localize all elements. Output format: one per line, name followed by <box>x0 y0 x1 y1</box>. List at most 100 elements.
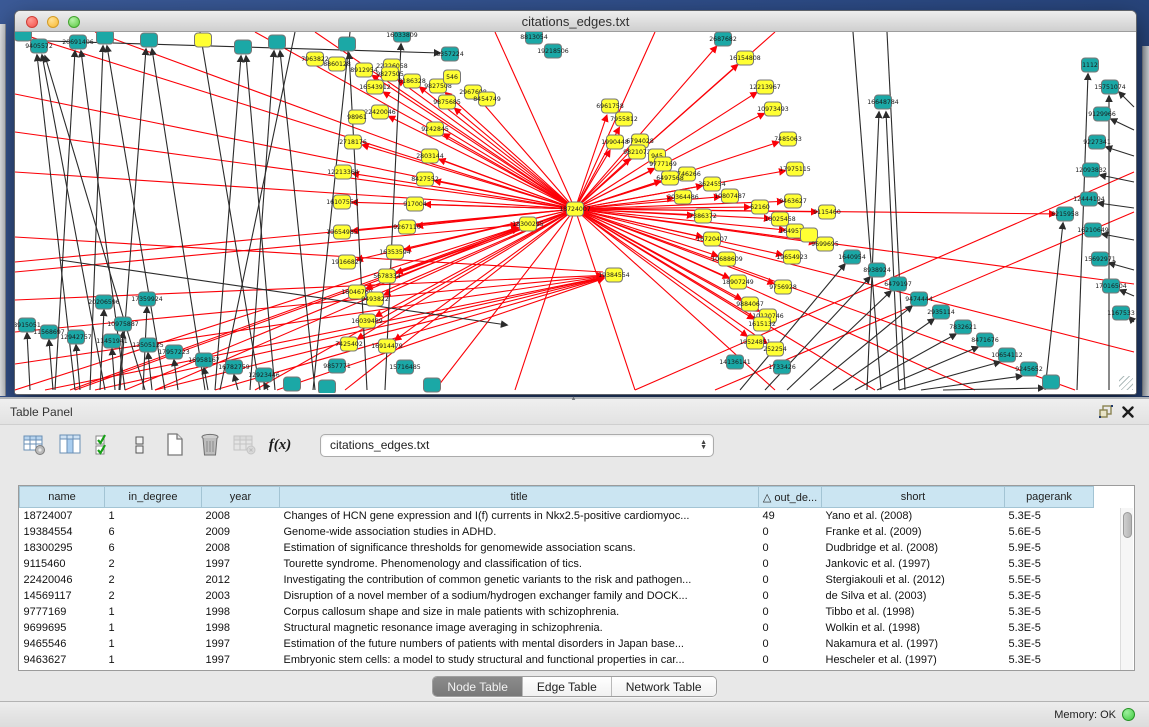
table-settings-icon[interactable] <box>22 432 48 458</box>
graph-node-teal[interactable]: 10654112 <box>991 348 1023 362</box>
column-header[interactable]: in_degree <box>105 487 202 508</box>
graph-node-yellow[interactable]: 3624554 <box>698 177 726 191</box>
float-window-icon[interactable] <box>1095 403 1117 421</box>
graph-node-yellow[interactable]: 9242845 <box>421 122 449 136</box>
window-titlebar[interactable]: citations_edges.txt <box>15 11 1136 32</box>
graph-node-yellow[interactable]: 16039489 <box>351 314 383 328</box>
table-row[interactable]: 946554611997Estimation of the future num… <box>20 636 1094 652</box>
table-cell[interactable]: Dudbridge et al. (2008) <box>822 540 1005 556</box>
graph-node-teal[interactable]: 16033809 <box>386 32 418 42</box>
table-cell[interactable]: 5.5E-5 <box>1005 572 1094 588</box>
graph-node-teal[interactable]: 8471676 <box>971 333 999 347</box>
graph-node-yellow[interactable]: 10688609 <box>711 252 743 266</box>
table-scrollbar[interactable] <box>1120 508 1133 671</box>
graph-node-yellow[interactable]: 9267110 <box>393 220 421 234</box>
table-cell[interactable]: 9777169 <box>20 604 105 620</box>
network-canvas[interactable]: 1872400779638228860128891295422226058982… <box>15 32 1136 393</box>
table-cell[interactable]: 2 <box>105 588 202 604</box>
graph-node-yellow[interactable]: 7955812 <box>610 112 638 126</box>
graph-node-teal[interactable]: 19218506 <box>537 44 569 58</box>
table-cell[interactable]: 2009 <box>202 524 280 540</box>
table-cell[interactable]: Corpus callosum shape and size in male p… <box>280 604 759 620</box>
table-cell[interactable]: 1997 <box>202 652 280 668</box>
table-cell[interactable]: 9115460 <box>20 556 105 572</box>
table-cell[interactable]: 0 <box>759 636 822 652</box>
table-cell[interactable]: Genome-wide association studies in ADHD. <box>280 524 759 540</box>
function-builder-icon[interactable]: f(x) <box>267 432 293 458</box>
table-cell[interactable]: Changes of HCN gene expression and I(f) … <box>280 508 759 524</box>
graph-node-yellow[interactable]: 9756928 <box>769 280 797 294</box>
table-cell[interactable]: Stergiakouli et al. (2012) <box>822 572 1005 588</box>
graph-node-teal[interactable]: 12942757 <box>60 330 92 344</box>
graph-node-teal[interactable]: 1167533 <box>1107 306 1135 320</box>
column-header[interactable]: title <box>280 487 759 508</box>
table-cell[interactable]: 18724007 <box>20 508 105 524</box>
table-cell[interactable]: Estimation of the future numbers of pati… <box>280 636 759 652</box>
table-cell[interactable]: 2012 <box>202 572 280 588</box>
graph-node-yellow[interactable]: 12213364 <box>327 165 359 179</box>
table-cell[interactable]: 9699695 <box>20 620 105 636</box>
delete-column-icon[interactable] <box>232 432 258 458</box>
table-scrollbar-thumb[interactable] <box>1123 512 1132 538</box>
graph-node-yellow[interactable] <box>801 228 818 242</box>
graph-node-yellow[interactable]: 10973493 <box>757 102 789 116</box>
table-cell[interactable]: 0 <box>759 604 822 620</box>
graph-node-teal[interactable]: 14136141 <box>719 355 751 369</box>
table-cell[interactable]: Structural magnetic resonance image aver… <box>280 620 759 636</box>
table-cell[interactable]: 5.3E-5 <box>1005 620 1094 636</box>
graph-node-yellow[interactable]: 19384554 <box>598 268 630 282</box>
graph-node-teal[interactable]: 8357224 <box>436 47 464 61</box>
graph-node-yellow[interactable]: 252254 <box>763 342 787 356</box>
minimize-window-button[interactable] <box>47 16 59 28</box>
row-height-icon[interactable] <box>127 432 153 458</box>
table-row[interactable]: 969969511998Structural magnetic resonanc… <box>20 620 1094 636</box>
table-cell[interactable]: de Silva et al. (2003) <box>822 588 1005 604</box>
table-cell[interactable]: 1998 <box>202 604 280 620</box>
graph-node-teal[interactable]: 2687682 <box>709 32 737 46</box>
graph-node-teal[interactable]: 16648784 <box>867 95 899 109</box>
column-visibility-icon[interactable] <box>57 432 83 458</box>
column-header[interactable]: name <box>20 487 105 508</box>
table-cell[interactable]: 5.3E-5 <box>1005 652 1094 668</box>
graph-node-teal[interactable] <box>319 380 336 393</box>
table-cell[interactable]: 0 <box>759 556 822 572</box>
table-cell[interactable]: Tibbo et al. (1998) <box>822 604 1005 620</box>
table-cell[interactable]: 1 <box>105 620 202 636</box>
table-cell[interactable]: 14569117 <box>20 588 105 604</box>
graph-node-teal[interactable]: 8938924 <box>863 263 891 277</box>
table-cell[interactable]: 5.3E-5 <box>1005 556 1094 572</box>
graph-node-yellow[interactable]: 546 <box>444 70 461 84</box>
zoom-window-button[interactable] <box>68 16 80 28</box>
graph-node-teal[interactable] <box>15 32 32 41</box>
table-cell[interactable]: 0 <box>759 652 822 668</box>
graph-node-yellow[interactable]: 9115460 <box>813 205 841 219</box>
panel-splitter-handle[interactable]: ▴ <box>569 397 578 401</box>
graph-node-yellow[interactable]: 20364486 <box>667 190 699 204</box>
graph-node-yellow[interactable]: 12213967 <box>749 80 781 94</box>
table-cell[interactable]: 1 <box>105 636 202 652</box>
graph-node-teal[interactable]: 1733426 <box>768 360 796 374</box>
table-row[interactable]: 1456911722003Disruption of a novel membe… <box>20 588 1094 604</box>
citation-network-graph[interactable]: 1872400779638228860128891295422226058982… <box>15 32 1136 393</box>
close-window-button[interactable] <box>26 16 38 28</box>
graph-node-yellow[interactable]: 17975115 <box>779 162 811 176</box>
graph-node-teal[interactable] <box>141 33 158 47</box>
table-cell[interactable]: 2003 <box>202 588 280 604</box>
column-header[interactable]: short <box>822 487 1005 508</box>
table-cell[interactable]: 9465546 <box>20 636 105 652</box>
graph-node-teal[interactable]: 12444194 <box>1073 192 1105 206</box>
table-select-dropdown[interactable]: citations_edges.txt ▲▼ <box>320 434 714 457</box>
table-cell[interactable]: Hescheler et al. (1997) <box>822 652 1005 668</box>
table-cell[interactable]: Disruption of a novel member of a sodium… <box>280 588 759 604</box>
table-cell[interactable]: 6 <box>105 524 202 540</box>
graph-node-teal[interactable] <box>269 35 286 49</box>
table-cell[interactable]: 1 <box>105 604 202 620</box>
graph-node-teal[interactable] <box>235 40 252 54</box>
table-cell[interactable]: 0 <box>759 540 822 556</box>
table-cell[interactable]: Estimation of significance thresholds fo… <box>280 540 759 556</box>
graph-node-teal[interactable]: 1112 <box>1082 58 1099 72</box>
table-cell[interactable]: 0 <box>759 524 822 540</box>
graph-node-teal[interactable]: 15751074 <box>1094 80 1126 94</box>
graph-node-yellow[interactable]: 16720407 <box>696 232 728 246</box>
table-row[interactable]: 1830029562008Estimation of significance … <box>20 540 1094 556</box>
